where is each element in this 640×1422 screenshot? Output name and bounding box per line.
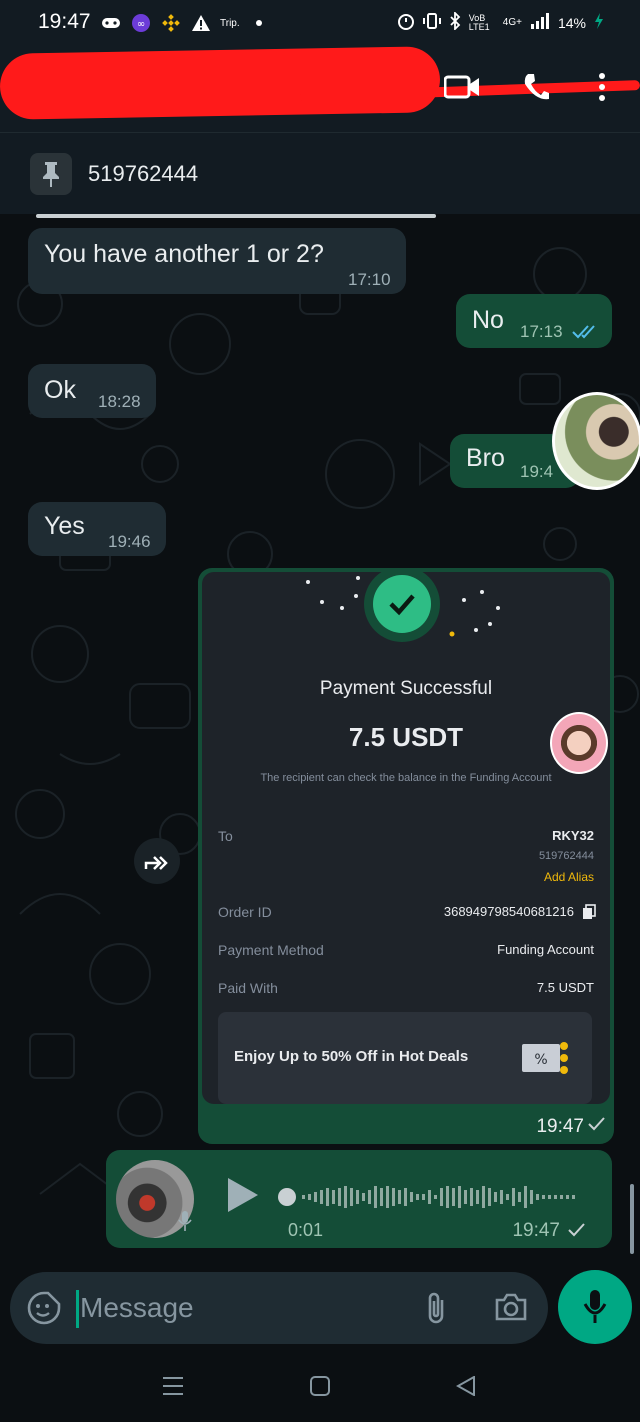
forward-icon: [144, 856, 168, 870]
recipient-name: RKY32: [552, 828, 594, 843]
battery-percent: 14%: [557, 14, 586, 31]
message-text: Ok: [44, 376, 76, 404]
trip-notification-label: Trip.: [220, 17, 240, 29]
status-time: 19:47: [38, 10, 91, 33]
add-alias-link[interactable]: Add Alias: [544, 870, 594, 884]
message-time: 17:13: [520, 322, 563, 341]
sticker-icon[interactable]: [26, 1290, 62, 1331]
sent-check-icon: [568, 1222, 586, 1243]
game-controller-icon: [100, 12, 122, 34]
payment-status-title: Payment Successful: [319, 678, 493, 699]
text-caret: [76, 1290, 79, 1328]
home-icon[interactable]: [310, 1376, 330, 1401]
message-time: 18:28: [98, 392, 141, 411]
message-input[interactable]: Message: [80, 1292, 194, 1324]
binance-icon: [160, 12, 182, 34]
back-icon[interactable]: [455, 1375, 476, 1401]
warning-icon: [190, 12, 212, 34]
signal-icon: [530, 13, 550, 32]
image-message-bubble[interactable]: Payment Successful 7.5 USDT The recipien…: [198, 568, 614, 1144]
message-text: No: [472, 306, 504, 334]
voice-call-icon[interactable]: [522, 72, 556, 106]
more-options-icon[interactable]: [598, 72, 612, 106]
message-compose-bar[interactable]: Message: [10, 1272, 548, 1344]
message-text: Yes: [44, 512, 85, 540]
copy-icon[interactable]: [582, 904, 596, 925]
redaction-scribble: [0, 46, 441, 120]
chat-screen: 19:47 ∞ Trip. VoB LTE1 4G+ 14% 519762444…: [0, 0, 640, 1422]
recipient-avatar: [550, 712, 608, 774]
previous-message-edge: [36, 214, 436, 218]
app-notification-icon: ∞: [130, 12, 152, 34]
pinned-message-text: 519762444: [88, 161, 199, 186]
payment-amount: 7.5 USDT: [348, 722, 464, 752]
voice-record-button[interactable]: [558, 1270, 632, 1344]
message-time: 19:47: [512, 1220, 560, 1241]
alarm-icon: [397, 12, 415, 33]
status-bar: 19:47 ∞ Trip. VoB LTE1 4G+ 14%: [0, 0, 640, 46]
sent-check-icon: [588, 1116, 606, 1137]
recipient-id: 519762444: [538, 850, 594, 862]
message-time: 17:10: [348, 270, 391, 289]
voice-duration: 0:01: [288, 1220, 324, 1240]
to-label: To: [218, 828, 233, 844]
forward-button[interactable]: [134, 838, 180, 884]
profile-sticker-image: [552, 392, 640, 490]
paid-with-value: 7.5 USDT: [536, 980, 594, 995]
payment-method-label: Payment Method: [218, 942, 324, 958]
vibrate-icon: [422, 12, 441, 33]
message-time: 19:4: [520, 462, 554, 481]
voice-message-bubble[interactable]: 0:01 19:47: [106, 1150, 612, 1248]
charging-icon: [594, 13, 604, 32]
system-navigation-bar: [0, 1352, 640, 1422]
chat-header: [0, 46, 640, 132]
video-call-icon[interactable]: [443, 74, 479, 108]
pinned-message-bar[interactable]: 519762444: [0, 132, 640, 214]
camera-icon[interactable]: [494, 1292, 528, 1327]
hot-deals-banner[interactable]: Enjoy Up to 50% Off in Hot Deals %: [218, 1012, 592, 1104]
order-id-label: Order ID: [218, 904, 272, 920]
read-receipt-icon: [572, 324, 600, 345]
pin-icon: [30, 153, 72, 195]
message-time: 19:46: [108, 532, 151, 551]
payment-note: The recipient can check the balance in t…: [260, 772, 552, 784]
paid-with-label: Paid With: [218, 980, 278, 996]
svg-text:%: %: [534, 1052, 547, 1068]
outgoing-message-bubble[interactable]: No 17:13: [456, 294, 612, 348]
incoming-message-bubble[interactable]: You have another 1 or 2? 17:10: [28, 228, 406, 294]
microphone-icon: [583, 1288, 607, 1331]
payment-method-value: Funding Account: [497, 942, 594, 957]
playback-knob[interactable]: [278, 1188, 296, 1206]
mic-badge-icon: [178, 1210, 192, 1237]
recent-apps-icon[interactable]: [162, 1376, 184, 1401]
svg-text:∞: ∞: [137, 19, 145, 30]
hot-deals-text: Enjoy Up to 50% Off in Hot Deals: [234, 1048, 469, 1065]
bluetooth-icon: [449, 10, 461, 33]
order-id-value: 368949798540681216: [443, 904, 574, 919]
message-text: You have another 1 or 2?: [44, 240, 324, 268]
incoming-message-bubble[interactable]: Yes 19:46: [28, 502, 166, 556]
play-button[interactable]: [228, 1178, 258, 1212]
incoming-message-bubble[interactable]: Ok 18:28: [28, 364, 156, 418]
coupon-icon: %: [520, 1038, 570, 1083]
chat-scrollbar[interactable]: [630, 1184, 634, 1254]
voice-waveform: [302, 1186, 575, 1208]
message-text: Bro: [466, 444, 505, 472]
attach-icon[interactable]: [424, 1290, 448, 1331]
more-notifications-dot-icon: [248, 12, 270, 34]
payment-receipt-image[interactable]: Payment Successful 7.5 USDT The recipien…: [202, 572, 610, 1104]
volte-label: VoB LTE1: [468, 12, 490, 32]
message-time: 19:47: [536, 1116, 584, 1137]
network-type-label: 4G+: [502, 17, 522, 28]
